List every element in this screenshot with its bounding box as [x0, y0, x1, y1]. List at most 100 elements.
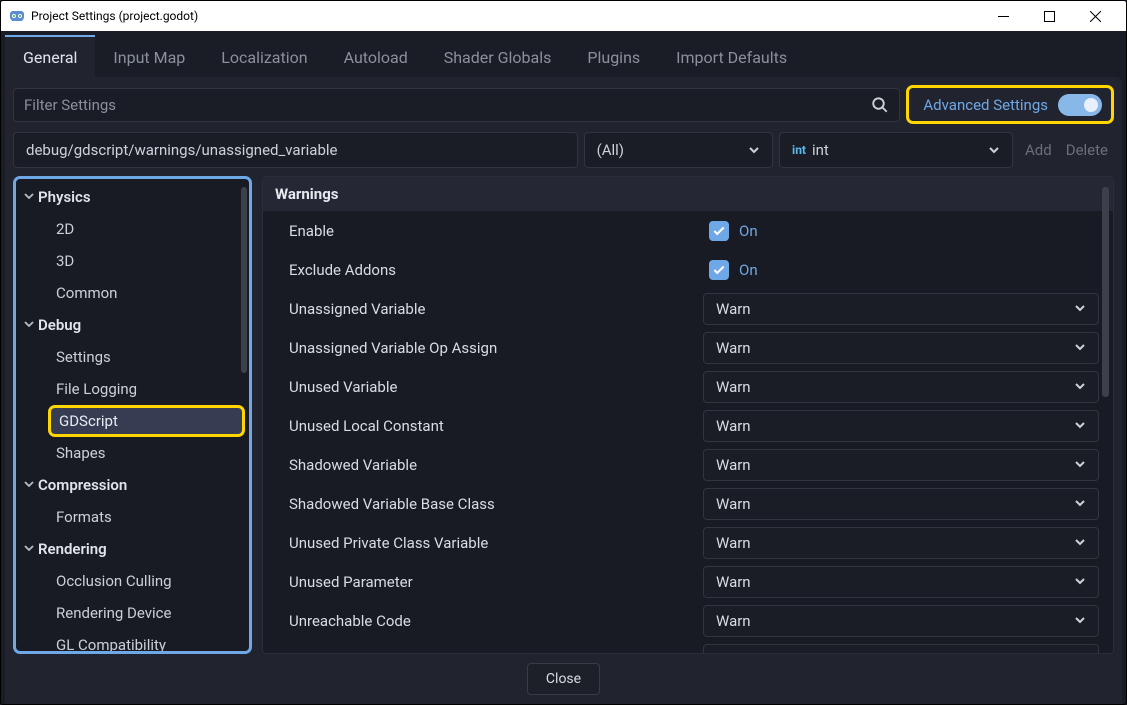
tab-input-map[interactable]: Input Map [95, 35, 203, 77]
tree-item-2d[interactable]: 2D [20, 213, 245, 245]
chevron-down-icon [1074, 455, 1086, 474]
checkbox-label: On [739, 222, 1099, 240]
titlebar: Project Settings (project.godot) [1, 1, 1126, 31]
search-icon [871, 96, 889, 114]
expand-icon[interactable] [22, 190, 36, 204]
setting-shadowed-variable: Shadowed Variable Warn [263, 445, 1113, 484]
tree-item-gl-compatibility[interactable]: GL Compatibility [20, 629, 245, 651]
checkbox-label: On [739, 261, 1099, 279]
chevron-down-icon [1074, 650, 1086, 654]
section-header: Warnings [263, 177, 1113, 211]
add-setting-button[interactable]: Add [1025, 141, 1052, 159]
expand-icon[interactable] [22, 542, 36, 556]
setting-enable: Enable On [263, 211, 1113, 250]
tree-group-physics[interactable]: Physics [20, 181, 245, 213]
int-type-icon: int [792, 143, 806, 157]
setting-value-select[interactable]: Warn [703, 566, 1099, 598]
setting-label: Shadowed Variable [289, 456, 693, 474]
tab-autoload[interactable]: Autoload [326, 35, 426, 77]
checkbox[interactable] [709, 260, 729, 280]
close-button[interactable]: Close [527, 663, 600, 695]
tree-item-shapes[interactable]: Shapes [20, 437, 245, 469]
close-window-button[interactable] [1072, 1, 1118, 31]
chevron-down-icon [1074, 494, 1086, 513]
setting-label: Unreachable Pattern [289, 651, 693, 655]
tree-item-3d[interactable]: 3D [20, 245, 245, 277]
setting-unassigned-variable-op-assign: Unassigned Variable Op AssignWarn [263, 328, 1113, 367]
tab-localization[interactable]: Localization [203, 35, 325, 77]
maximize-button[interactable] [1026, 1, 1072, 31]
setting-path-input[interactable] [13, 132, 578, 168]
setting-label: Unused Local Constant [289, 417, 693, 435]
content-area: GeneralInput MapLocalizationAutoloadShad… [1, 31, 1126, 704]
project-settings-window: Project Settings (project.godot) General… [0, 0, 1127, 705]
expand-icon[interactable] [22, 478, 36, 492]
filter-box[interactable] [13, 88, 900, 122]
tree-item-formats[interactable]: Formats [20, 501, 245, 533]
tree-group-compression[interactable]: Compression [20, 469, 245, 501]
checkbox[interactable] [709, 221, 729, 241]
chevron-down-icon [1074, 338, 1086, 357]
advanced-settings-box: Advanced Settings [906, 85, 1114, 124]
tab-plugins[interactable]: Plugins [569, 35, 658, 77]
setting-unreachable-pattern: Unreachable Pattern Warn [263, 640, 1113, 654]
settings-scrollbar[interactable] [1102, 187, 1109, 397]
setting-label: Exclude Addons [289, 261, 699, 279]
tab-bar: GeneralInput MapLocalizationAutoloadShad… [5, 35, 1122, 77]
tree-item-file-logging[interactable]: File Logging [20, 373, 245, 405]
chevron-down-icon [1074, 572, 1086, 591]
setting-unreachable-code: Unreachable Code Warn [263, 601, 1113, 640]
setting-label: Unreachable Code [289, 612, 693, 630]
type-select[interactable]: int int [779, 132, 1013, 168]
setting-label: Enable [289, 222, 699, 240]
setting-value-select[interactable]: Warn [703, 449, 1099, 481]
scope-select[interactable]: (All) [584, 132, 773, 168]
setting-label: Shadowed Variable Base Class [289, 495, 693, 513]
setting-value-select[interactable]: Warn [703, 332, 1099, 364]
setting-unused-private-class-variable: Unused Private Class Variable Warn [263, 523, 1113, 562]
setting-unused-parameter: Unused ParameterWarn [263, 562, 1113, 601]
tab-shader-globals[interactable]: Shader Globals [426, 35, 570, 77]
tab-import-defaults[interactable]: Import Defaults [658, 35, 805, 77]
setting-value-select[interactable]: Warn [703, 605, 1099, 637]
expand-icon[interactable] [22, 318, 36, 332]
setting-unused-local-constant: Unused Local Constant Warn [263, 406, 1113, 445]
settings-list: Warnings Enable On Exclude Addons On Unassig… [262, 176, 1114, 654]
setting-value-select[interactable]: Warn [703, 644, 1099, 655]
filter-input[interactable] [24, 96, 871, 114]
minimize-button[interactable] [980, 1, 1026, 31]
setting-exclude-addons: Exclude Addons On [263, 250, 1113, 289]
tree-item-gdscript[interactable]: GDScript [20, 405, 245, 437]
window-title: Project Settings (project.godot) [31, 9, 198, 23]
settings-panel: Advanced Settings (All) int int [5, 77, 1122, 704]
setting-value-select[interactable]: Warn [703, 410, 1099, 442]
delete-setting-button[interactable]: Delete [1066, 141, 1108, 159]
category-tree: Physics2D3DCommonDebugSettingsFile Loggi… [13, 176, 252, 654]
tab-general[interactable]: General [5, 35, 95, 77]
chevron-down-icon [988, 141, 1000, 160]
setting-value-select[interactable]: Warn [703, 488, 1099, 520]
setting-path-field[interactable] [26, 141, 565, 159]
chevron-down-icon [1074, 299, 1086, 318]
setting-value-select[interactable]: Warn [703, 527, 1099, 559]
advanced-settings-label: Advanced Settings [923, 96, 1048, 114]
tree-item-settings[interactable]: Settings [20, 341, 245, 373]
chevron-down-icon [748, 141, 760, 160]
tree-group-rendering[interactable]: Rendering [20, 533, 245, 565]
tree-group-debug[interactable]: Debug [20, 309, 245, 341]
chevron-down-icon [1074, 416, 1086, 435]
setting-unassigned-variable: Unassigned Variable Warn [263, 289, 1113, 328]
chevron-down-icon [1074, 533, 1086, 552]
setting-unused-variable: Unused VariableWarn [263, 367, 1113, 406]
tree-scrollbar[interactable] [241, 187, 247, 373]
setting-label: Unused Private Class Variable [289, 534, 693, 552]
setting-value-select[interactable]: Warn [703, 371, 1099, 403]
tree-item-occlusion-culling[interactable]: Occlusion Culling [20, 565, 245, 597]
chevron-down-icon [1074, 611, 1086, 630]
tree-item-common[interactable]: Common [20, 277, 245, 309]
advanced-settings-toggle[interactable] [1058, 94, 1102, 116]
setting-label: Unassigned Variable [289, 300, 693, 318]
tree-item-rendering-device[interactable]: Rendering Device [20, 597, 245, 629]
setting-value-select[interactable]: Warn [703, 293, 1099, 325]
chevron-down-icon [1074, 377, 1086, 396]
